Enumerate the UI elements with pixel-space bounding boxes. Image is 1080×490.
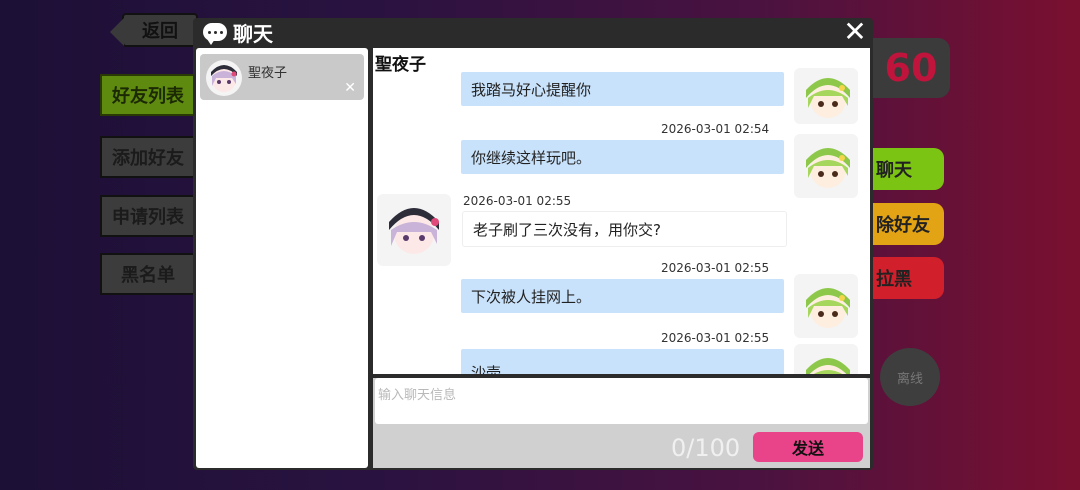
- message-bubble-self: 沙壶: [461, 349, 784, 374]
- chat-messages-panel[interactable]: 聖夜子 我踏马好心提醒你 2026-03-01 02:54 你继续这样玩吧。 2…: [373, 48, 870, 374]
- close-icon[interactable]: ✕: [843, 18, 867, 46]
- remove-friend-button[interactable]: 除好友: [872, 203, 944, 245]
- avatar: [794, 68, 858, 124]
- back-button[interactable]: 返回: [110, 13, 198, 47]
- message-timestamp: 2026-03-01 02:55: [661, 331, 770, 345]
- chat-action-button[interactable]: 聊天: [872, 148, 944, 190]
- message-bubble-self: 我踏马好心提醒你: [461, 72, 784, 106]
- close-icon[interactable]: ✕: [344, 80, 356, 96]
- message-timestamp: 2026-03-01 02:55: [661, 261, 770, 275]
- menu-request-list[interactable]: 申请列表: [100, 195, 196, 237]
- menu-blacklist[interactable]: 黑名单: [100, 253, 196, 295]
- chat-bubble-icon: [203, 23, 227, 45]
- message-bubble-other: 老子刷了三次没有，用你交?: [463, 212, 786, 246]
- avatar: [206, 60, 242, 96]
- avatar: [794, 274, 858, 338]
- input-area: 0/100 发送: [373, 378, 870, 468]
- chat-partner-name: 聖夜子: [375, 50, 426, 75]
- friend-list: 聖夜子 ✕: [196, 48, 368, 468]
- message-timestamp: 2026-03-01 02:54: [661, 122, 770, 136]
- avatar: [377, 194, 451, 266]
- offline-status-badge: 离线: [880, 348, 940, 406]
- message-timestamp: 2026-03-01 02:55: [463, 194, 572, 208]
- menu-add-friend[interactable]: 添加好友: [100, 136, 196, 178]
- friend-item[interactable]: 聖夜子 ✕: [200, 54, 364, 100]
- send-button[interactable]: 发送: [753, 432, 863, 462]
- friend-name: 聖夜子: [248, 66, 288, 81]
- avatar: [794, 134, 858, 198]
- avatar: [794, 344, 858, 374]
- chat-input[interactable]: [375, 378, 868, 424]
- block-button[interactable]: 拉黑: [872, 257, 944, 299]
- score-display: 60: [872, 38, 950, 98]
- menu-friend-list[interactable]: 好友列表: [100, 74, 196, 116]
- message-bubble-self: 你继续这样玩吧。: [461, 140, 784, 174]
- dialog-title: 聊天: [233, 21, 273, 46]
- char-counter: 0/100: [671, 434, 741, 462]
- dialog-header: 聊天: [193, 18, 873, 46]
- message-bubble-self: 下次被人挂网上。: [461, 279, 784, 313]
- chat-dialog: 聊天 ✕ 聖夜子 ✕ 聖夜子 我踏马好心提醒你 2026-03-01 02:54…: [193, 18, 873, 470]
